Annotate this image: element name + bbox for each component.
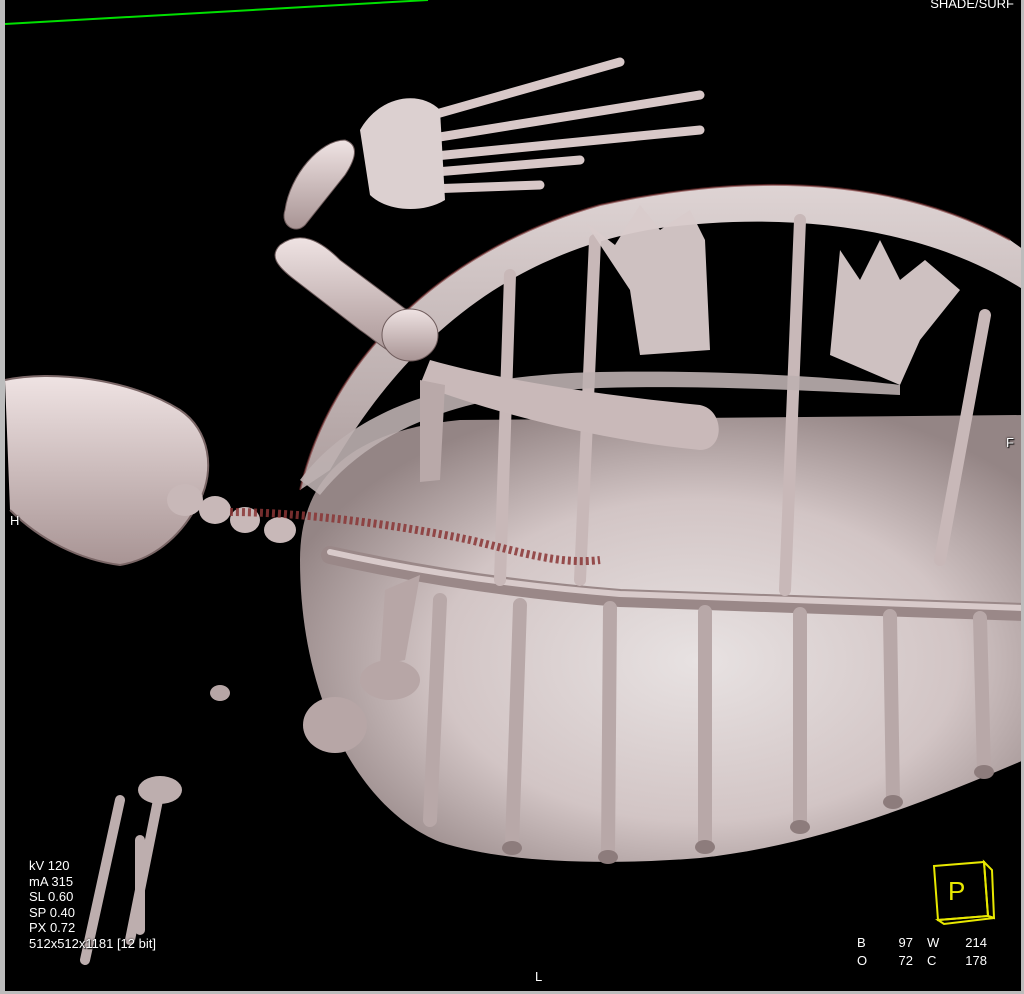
ma-readout: mA 315 (29, 873, 74, 889)
green-accent-line (4, 0, 429, 25)
hind-limb-joint (138, 776, 182, 804)
pixel-size-readout: PX 0.72 (29, 920, 76, 935)
w-label: W (927, 935, 940, 950)
c-value: 178 (965, 953, 987, 968)
o-value: 72 (898, 953, 913, 968)
skull (5, 375, 209, 565)
b-value: 97 (898, 935, 913, 950)
c-label: C (927, 953, 937, 968)
spacing-readout: SP 0.40 (29, 904, 76, 920)
matrix-readout: 512x512x1181 [12 bit] (29, 935, 156, 951)
w-value: 214 (965, 935, 987, 950)
volume-render-image[interactable] (0, 0, 1024, 994)
acquisition-parameters: kV 120 mA 315 SL 0.60 SP 0.40 PX 0.72 51… (29, 859, 156, 952)
viewport-frame-left (0, 0, 5, 994)
orientation-right-marker: F (1006, 435, 1014, 450)
window-level-readout: B 97 W 214 O 72 C 178 (857, 935, 987, 971)
orientation-cube-icon[interactable]: P (928, 856, 998, 928)
flipper-wrist (360, 98, 445, 210)
orientation-cube-face-label: P (948, 876, 965, 906)
volume-render-viewport[interactable]: SHADE/SURF H F L kV 120 mA 315 SL 0.60 S… (0, 0, 1024, 994)
fan-bone-right (830, 240, 960, 385)
b-label: B (857, 935, 866, 950)
orientation-left-marker: H (10, 513, 20, 528)
kv-readout: kV 120 (29, 858, 70, 873)
slice-thickness-readout: SL 0.60 (29, 889, 74, 904)
render-mode-label: SHADE/SURF (930, 0, 1014, 11)
o-label: O (857, 953, 868, 968)
orientation-bottom-marker: L (535, 969, 543, 984)
